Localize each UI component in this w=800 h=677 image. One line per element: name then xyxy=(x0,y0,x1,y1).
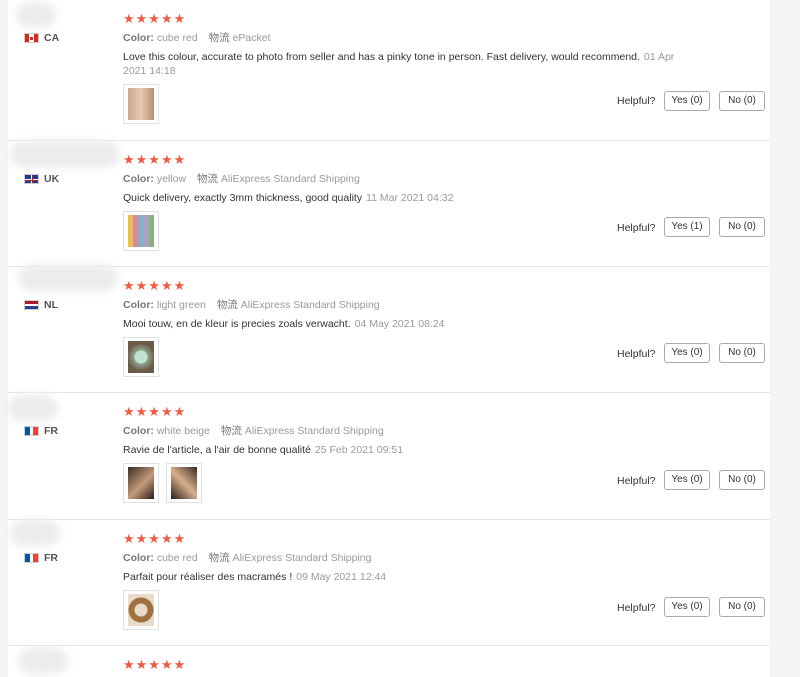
review-photo[interactable] xyxy=(123,463,159,503)
reviewer-country: CA xyxy=(24,32,59,44)
review-date: 25 Feb 2021 09:51 xyxy=(314,444,404,456)
review-text: Quick delivery, exactly 3mm thickness, g… xyxy=(123,192,454,204)
review-photo[interactable] xyxy=(166,463,202,503)
helpful-label: Helpful? xyxy=(617,222,656,234)
blurred-avatar xyxy=(16,2,56,28)
helpful-no-button[interactable]: No (0) xyxy=(719,217,765,237)
review-photo[interactable] xyxy=(123,84,159,124)
blurred-avatar xyxy=(8,395,58,421)
review-date: 04 May 2021 08:24 xyxy=(354,318,445,330)
review-meta: Color: cube red 物流 AliExpress Standard S… xyxy=(123,552,372,564)
review-meta: Color: white beige 物流 AliExpress Standar… xyxy=(123,425,384,437)
helpful-no-button[interactable]: No (0) xyxy=(719,597,765,617)
reviewer-country: FR xyxy=(24,552,58,564)
blurred-avatar xyxy=(10,141,120,167)
reviewer-country: NL xyxy=(24,299,58,311)
star-rating: ★★★★★ xyxy=(123,531,187,546)
review-text: Mooi touw, en de kleur is precies zoals … xyxy=(123,318,445,330)
reviewer-country: UK xyxy=(24,173,59,185)
review-meta: Color: yellow 物流 AliExpress Standard Shi… xyxy=(123,173,360,185)
helpful-yes-button[interactable]: Yes (0) xyxy=(664,343,710,363)
helpful-yes-button[interactable]: Yes (1) xyxy=(664,217,710,237)
helpful-label: Helpful? xyxy=(617,348,656,360)
right-gutter xyxy=(770,0,800,677)
helpful-yes-button[interactable]: Yes (0) xyxy=(664,470,710,490)
review-photo[interactable] xyxy=(123,590,159,630)
review-text: Love this colour, accurate to photo from… xyxy=(123,51,675,77)
blurred-avatar xyxy=(18,265,118,291)
review-item: FR ★★★★★ Color: white beige 物流 AliExpres… xyxy=(8,393,770,520)
review-text: Ravie de l'article, a l'air de bonne qua… xyxy=(123,444,404,456)
flag-nl-icon xyxy=(24,300,39,310)
helpful-no-button[interactable]: No (0) xyxy=(719,343,765,363)
flag-fr-icon xyxy=(24,426,39,436)
helpful-label: Helpful? xyxy=(617,475,656,487)
helpful-yes-button[interactable]: Yes (0) xyxy=(664,597,710,617)
review-meta: Color: cube red 物流 ePacket xyxy=(123,32,271,44)
star-rating: ★★★★★ xyxy=(123,11,187,26)
helpful-no-button[interactable]: No (0) xyxy=(719,470,765,490)
left-gutter xyxy=(0,0,8,677)
star-rating: ★★★★★ xyxy=(123,657,187,672)
helpful-yes-button[interactable]: Yes (0) xyxy=(664,91,710,111)
blurred-avatar xyxy=(10,520,60,546)
review-meta: Color: light green 物流 AliExpress Standar… xyxy=(123,299,380,311)
review-item: ★★★★★ xyxy=(8,646,770,677)
helpful-label: Helpful? xyxy=(617,602,656,614)
helpful-no-button[interactable]: No (0) xyxy=(719,91,765,111)
review-item: FR ★★★★★ Color: cube red 物流 AliExpress S… xyxy=(8,520,770,646)
helpful-label: Helpful? xyxy=(617,95,656,107)
review-item: UK ★★★★★ Color: yellow 物流 AliExpress Sta… xyxy=(8,141,770,267)
flag-uk-icon xyxy=(24,174,39,184)
star-rating: ★★★★★ xyxy=(123,278,187,293)
review-text: Parfait pour réaliser des macramés ! 09 M… xyxy=(123,571,387,583)
review-date: 09 May 2021 12:44 xyxy=(296,571,387,583)
review-date: 11 Mar 2021 04:32 xyxy=(366,192,454,204)
review-item: CA ★★★★★ Color: cube red 物流 ePacket Love… xyxy=(8,0,770,141)
star-rating: ★★★★★ xyxy=(123,404,187,419)
blurred-avatar xyxy=(18,648,68,674)
star-rating: ★★★★★ xyxy=(123,152,187,167)
review-photo[interactable] xyxy=(123,211,159,251)
flag-fr-icon xyxy=(24,553,39,563)
reviewer-country: FR xyxy=(24,425,58,437)
review-photo[interactable] xyxy=(123,337,159,377)
flag-ca-icon xyxy=(24,33,39,43)
review-item: NL ★★★★★ Color: light green 物流 AliExpres… xyxy=(8,265,770,393)
